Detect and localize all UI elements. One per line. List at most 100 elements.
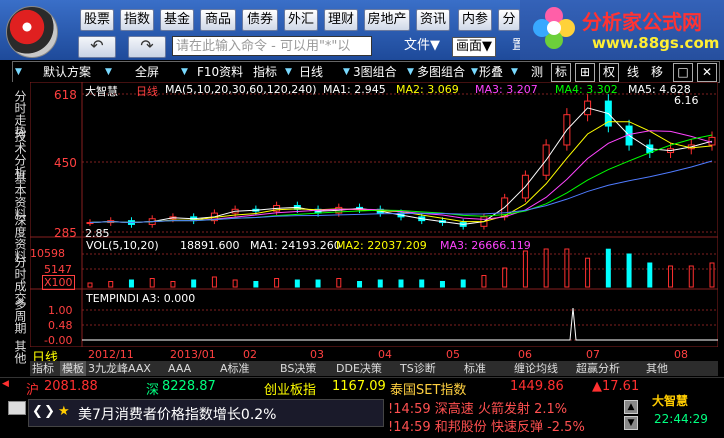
dropdown-icon[interactable]: ▼ [511,62,518,82]
menu-item-3[interactable]: 商品 [200,9,236,31]
tab-jiulong[interactable]: 3九龙峰AAX [88,361,151,376]
volume-bar [315,279,321,288]
dropdown-icon[interactable]: ▼ [343,62,350,82]
dropdown-icon[interactable]: ▼ [407,62,414,82]
ind-axis-1: 1.00 [48,304,73,317]
sz-value: 8228.87 [162,379,216,394]
move-button[interactable]: 移 [651,62,663,82]
dropdown-icon[interactable]: ▼ [15,62,22,82]
date-tick: 05 [446,348,460,361]
ind-a3: A3: 0.000 [142,292,196,305]
volume-bar [605,248,611,288]
scroll-down-icon[interactable]: ▼ [624,416,638,430]
tab-technical[interactable]: 技术分析 [12,130,27,178]
alert-2[interactable]: !14:59 和邦股份 快速反弹 -2.5% [388,416,585,435]
overlay-button[interactable]: 形叠 [479,62,503,82]
ma3-value: MA3: 3.207 [475,83,538,96]
menu-item-9[interactable]: 内参 [458,9,492,31]
menu-item-4[interactable]: 债券 [242,9,278,31]
left-tab-strip: 分时走势 技术分析 基本资料 深度资料 分时成交 多周期 其他 [0,82,31,369]
tab-standard[interactable]: 标准 [464,361,486,376]
ind-axis-3: -0.00 [44,334,73,347]
volume-bar [377,279,383,288]
view-menu[interactable]: 画面▼ [452,37,496,57]
maximize-button[interactable]: □ [673,63,693,82]
tab-a-standard[interactable]: A标准 [220,361,250,376]
combo3-button[interactable]: 3图组合 [353,62,397,82]
vol-unit: X100 [42,275,75,290]
flower-logo-icon [533,7,575,49]
tab-super-analysis[interactable]: 超赢分析 [576,361,620,376]
vol-params: VOL(5,10,20) [86,239,159,252]
price-axis-top: 618 [54,88,77,102]
volume-bar [398,279,404,288]
multi-combo-button[interactable]: 多图组合 [417,62,465,82]
tab-fundamental[interactable]: 基本资料 [12,172,27,220]
dropdown-icon[interactable]: ▼ [471,62,478,82]
date-tick: 03 [310,348,324,361]
indicator-button[interactable]: 指标 [253,62,277,82]
ticker-next-icon[interactable]: ❯ [44,404,55,419]
tab-multiperiod[interactable]: 多周期 [12,298,27,334]
ma-params: MA(5,10,20,30,60,120,240) [165,83,317,96]
tab-other[interactable]: 其他 [12,340,27,364]
period-label: 日线 [136,85,158,98]
test-button[interactable]: 测 [531,62,543,82]
menu-item-0[interactable]: 股票 [80,9,114,31]
mail-icon[interactable] [8,401,26,415]
news-bar: ❮ ❯ ★ 美7月消费者价格指数增长0.2% !14:59 深高速 火箭发射 2… [0,394,724,438]
menu-item-5[interactable]: 外汇 [284,9,318,31]
volume-bar [419,279,425,288]
alert-1[interactable]: !14:59 深高速 火箭发射 2.1% [388,398,567,417]
date-tick: 2013/01 [170,348,216,361]
menu-item-2[interactable]: 基金 [160,9,194,31]
tab-ts-diagnosis[interactable]: TS诊断 [400,361,436,376]
tab-other-indicators[interactable]: 其他 [646,361,668,376]
menu-item-10[interactable]: 分 [498,9,520,31]
tab-bs-decision[interactable]: BS决策 [280,361,316,376]
volume-bar [357,281,363,288]
tab-template[interactable]: 模板 [60,361,86,376]
tab-dde-decision[interactable]: DDE决策 [336,361,382,376]
file-menu[interactable]: 文件▼ [404,36,440,56]
dropdown-icon[interactable]: ▼ [181,62,188,82]
vol-value: 18891.600 [180,239,240,252]
volume-bar [294,279,300,288]
menu-item-6[interactable]: 理财 [324,9,358,31]
menu-item-1[interactable]: 指数 [120,9,154,31]
grid-tool-button[interactable]: ⊞ [575,63,595,82]
period-button[interactable]: 日线 [299,62,323,82]
news-headline[interactable]: 美7月消费者价格指数增长0.2% [78,404,276,424]
menu-item-8[interactable]: 资讯 [416,9,450,31]
mark-button[interactable]: 标 [551,63,571,82]
chart-area[interactable]: 618 450 285 大智慧 日线 MA(5,10,20,30,60,120,… [30,82,718,347]
menu-item-7[interactable]: 房地产 [364,9,410,31]
close-chart-button[interactable]: ✕ [697,63,717,82]
vol-axis-top: 10598 [30,247,65,260]
fullscreen-button[interactable]: 全屏 [135,62,159,82]
tab-aaa[interactable]: AAA [168,361,191,376]
ma2-value: MA2: 3.069 [396,83,459,96]
f10-button[interactable]: F10资料 [197,62,243,82]
scroll-left-icon[interactable]: ◀ [2,379,9,389]
volume-bar [626,253,632,288]
forward-button[interactable]: ↷ [128,36,166,58]
rights-button[interactable]: 权 [599,63,619,82]
back-button[interactable]: ↶ [78,36,116,58]
app-logo-icon[interactable] [6,6,58,58]
tab-chan-ma[interactable]: 缠论均线 [514,361,558,376]
vol-ma2: MA2: 22037.209 [336,239,427,252]
ticker-prev-icon[interactable]: ❮ [32,404,43,419]
dropdown-icon[interactable]: ▼ [285,62,292,82]
cy-value: 1167.09 [332,379,386,394]
command-input[interactable]: 请在此输入命令 - 可以用"*"以 [172,36,372,56]
scroll-up-icon[interactable]: ▲ [624,400,638,414]
line-button[interactable]: 线 [627,62,639,82]
dropdown-icon[interactable]: ▼ [105,62,112,82]
volume-bar [460,279,466,288]
scheme-select[interactable]: 默认方案 [43,62,91,82]
tab-depth[interactable]: 深度资料 [12,214,27,262]
tab-indicator[interactable]: 指标 [32,361,54,376]
tab-trades[interactable]: 分时成交 [12,256,27,304]
brand-url[interactable]: www.88gs.com [592,34,719,52]
